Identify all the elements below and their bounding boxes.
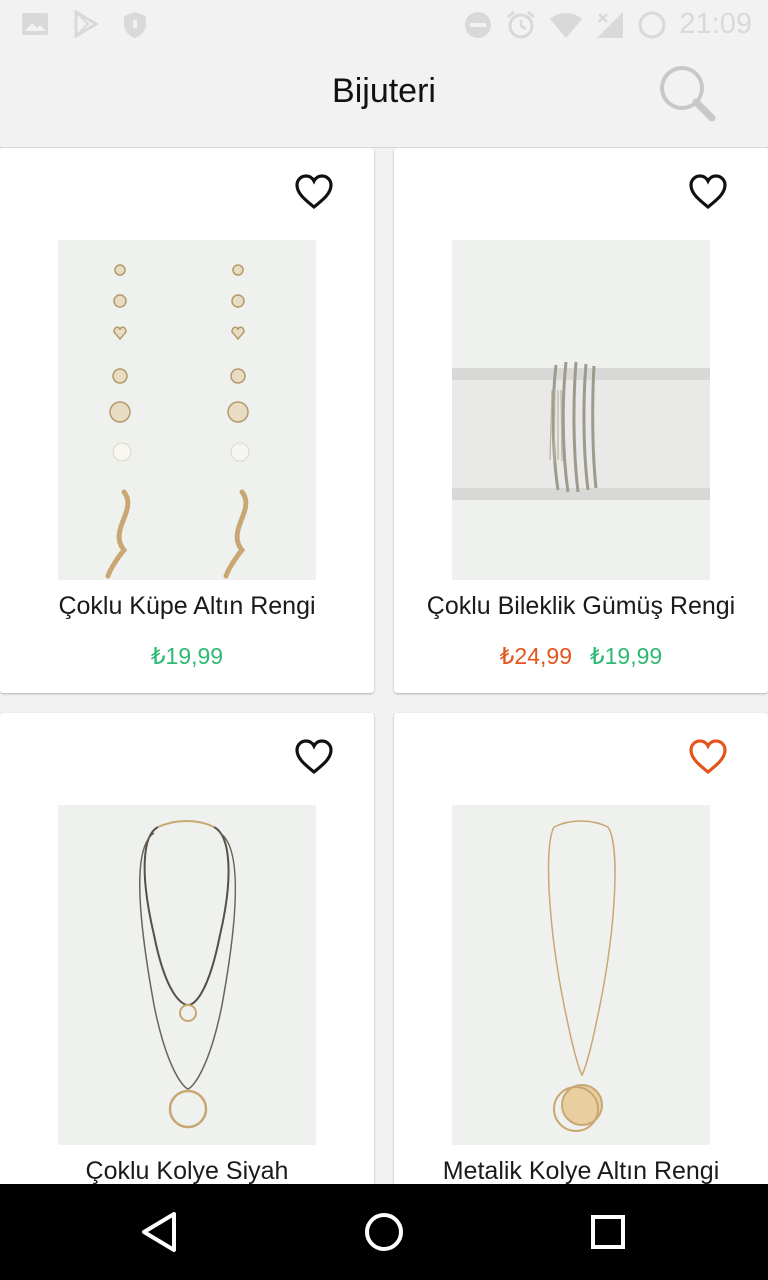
product-prices: ₺19,99 [0, 643, 374, 670]
product-name: Çoklu Kolye Siyah [85, 1157, 289, 1184]
favorite-button-active[interactable] [688, 737, 728, 777]
heart-outline-icon [689, 174, 727, 210]
product-card[interactable]: Metalik Kolye Altın Rengi [394, 713, 768, 1184]
favorite-button[interactable] [688, 172, 728, 212]
navigation-bar [0, 1184, 768, 1280]
product-grid: Çoklu Küpe Altın Rengi ₺19,99 Çoklu Bile… [0, 148, 768, 1184]
no-signal-icon [597, 11, 624, 38]
heart-outline-icon [689, 739, 727, 775]
product-image-earrings [58, 240, 316, 580]
product-image-necklace-gold [452, 805, 710, 1145]
battery-icon [638, 11, 666, 38]
image-icon [22, 13, 48, 35]
product-name: Metalik Kolye Altın Rengi [442, 1157, 720, 1184]
favorite-button[interactable] [294, 737, 334, 777]
status-time: 21:09 [679, 8, 752, 40]
favorite-button[interactable] [294, 172, 334, 212]
product-image-necklace-black [58, 805, 316, 1145]
home-button[interactable] [356, 1204, 412, 1260]
price-old: ₺24,99 [499, 643, 572, 669]
shield-icon [124, 12, 146, 38]
search-icon [660, 66, 716, 122]
play-store-icon [74, 10, 99, 38]
product-card[interactable]: Çoklu Bileklik Gümüş Rengi ₺24,99 ₺19,99 [394, 148, 768, 693]
product-prices: ₺24,99 ₺19,99 [394, 643, 768, 670]
product-name: Çoklu Küpe Altın Rengi [58, 592, 316, 620]
alarm-icon [507, 10, 536, 38]
price-current: ₺19,99 [150, 643, 224, 669]
product-image-bracelet [452, 240, 710, 580]
product-card[interactable]: Çoklu Küpe Altın Rengi ₺19,99 [0, 148, 374, 693]
product-name: Çoklu Bileklik Gümüş Rengi [426, 592, 736, 620]
app-bar: Bijuteri [0, 48, 768, 148]
product-card[interactable]: Çoklu Kolye Siyah [0, 713, 374, 1184]
recents-square-icon [591, 1215, 625, 1249]
status-bar: 21:09 [0, 0, 768, 48]
home-circle-icon [365, 1213, 403, 1251]
price-current: ₺19,99 [590, 643, 663, 669]
back-button[interactable] [132, 1204, 188, 1260]
back-triangle-icon [142, 1212, 176, 1252]
heart-outline-icon [295, 174, 333, 210]
wifi-icon [550, 12, 583, 38]
heart-outline-icon [295, 739, 333, 775]
do-not-disturb-icon [465, 11, 492, 38]
search-button[interactable] [652, 58, 722, 128]
recents-button[interactable] [580, 1204, 636, 1260]
